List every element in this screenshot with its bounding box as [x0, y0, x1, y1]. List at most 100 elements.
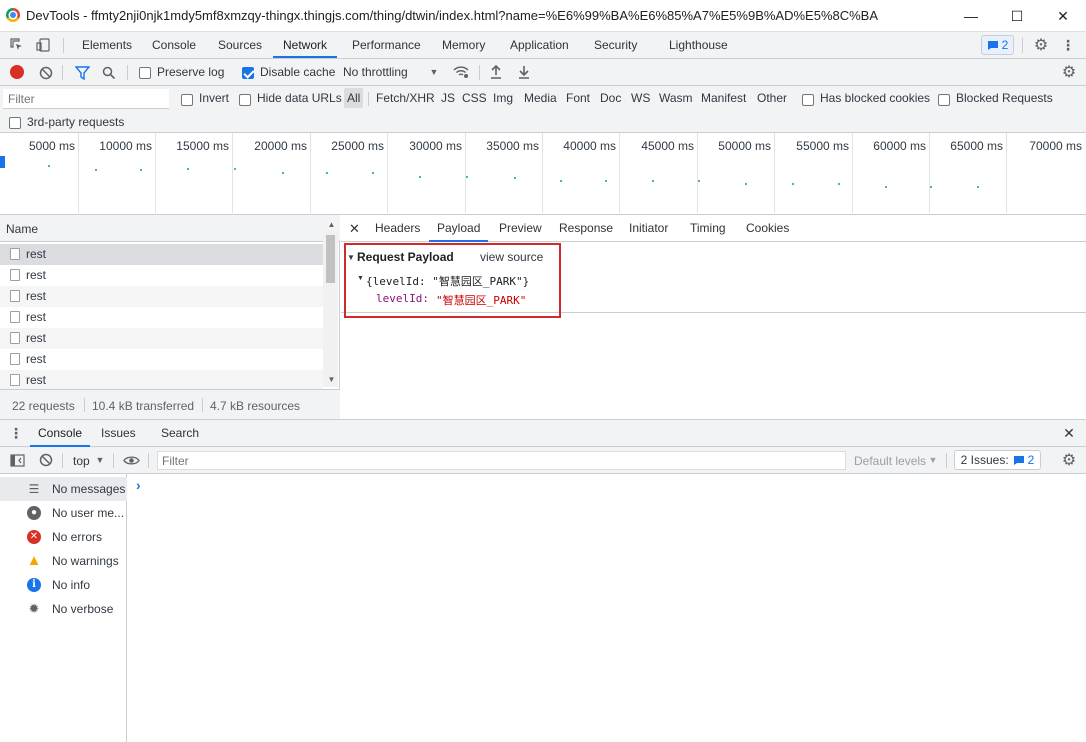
tab-memory[interactable]: Memory: [442, 32, 485, 58]
close-drawer-icon[interactable]: ✕: [1061, 425, 1077, 441]
type-filter-js[interactable]: JS: [441, 91, 455, 105]
request-row[interactable]: rest: [0, 307, 323, 328]
tab-lighthouse[interactable]: Lighthouse: [669, 32, 728, 58]
tab-console[interactable]: Console: [152, 32, 196, 58]
name-column-header[interactable]: Name: [0, 215, 323, 242]
tab-performance[interactable]: Performance: [352, 32, 421, 58]
hide-data-urls-checkbox[interactable]: [239, 92, 251, 106]
search-icon[interactable]: [101, 65, 117, 81]
console-issues-button[interactable]: 2 Issues: 2: [954, 450, 1041, 470]
chevron-down-icon[interactable]: ▼: [928, 454, 938, 466]
drawer-tab-search[interactable]: Search: [161, 420, 199, 447]
tab-application[interactable]: Application: [510, 32, 569, 58]
live-expression-eye-icon[interactable]: [122, 452, 140, 468]
third-party-checkbox[interactable]: [9, 115, 21, 129]
tab-sources[interactable]: Sources: [218, 32, 262, 58]
show-sidebar-icon[interactable]: [9, 452, 25, 468]
chevron-down-icon[interactable]: ▼: [95, 454, 105, 466]
export-har-download-icon[interactable]: [517, 64, 531, 80]
invert-checkbox[interactable]: [181, 92, 193, 106]
type-filter-other[interactable]: Other: [757, 91, 787, 105]
chevron-down-icon[interactable]: ▼: [428, 64, 440, 80]
request-row[interactable]: rest: [0, 265, 323, 286]
maximize-button[interactable]: ☐: [994, 0, 1040, 32]
close-detail-icon[interactable]: ✕: [349, 215, 360, 242]
drawer-tab-console[interactable]: Console: [30, 420, 91, 447]
console-filter-input[interactable]: [157, 451, 846, 470]
clear-console-icon[interactable]: [38, 452, 54, 468]
network-settings-gear-icon[interactable]: ⚙: [1060, 63, 1078, 81]
sidebar-item-label: No errors: [52, 530, 103, 544]
type-filter-doc[interactable]: Doc: [600, 91, 621, 105]
tab-preview[interactable]: Preview: [499, 215, 542, 242]
sidebar-item-user-messages[interactable]: ● No user me...: [0, 501, 127, 525]
payload-object-summary[interactable]: {levelId: "智慧园区_PARK"}: [366, 273, 529, 289]
request-row[interactable]: rest: [0, 286, 323, 307]
network-overview-timeline[interactable]: 5000 ms 10000 ms 15000 ms 20000 ms 25000…: [0, 133, 1086, 215]
console-prompt-icon[interactable]: ›: [136, 477, 141, 493]
request-row[interactable]: rest: [0, 349, 323, 370]
issues-counter-button[interactable]: 2: [981, 35, 1014, 55]
expand-triangle-icon[interactable]: ▼: [357, 275, 364, 282]
blocked-requests-checkbox[interactable]: [938, 92, 950, 106]
request-row[interactable]: rest: [0, 328, 323, 349]
tab-response[interactable]: Response: [559, 215, 613, 242]
tab-initiator[interactable]: Initiator: [629, 215, 668, 242]
sidebar-item-messages[interactable]: ☰ No messages: [0, 477, 127, 501]
type-filter-css[interactable]: CSS: [462, 91, 487, 105]
requests-scrollbar[interactable]: [323, 231, 338, 387]
type-filter-all[interactable]: All: [344, 88, 364, 108]
preserve-log-checkbox[interactable]: [139, 65, 151, 79]
type-filter-media[interactable]: Media: [524, 91, 557, 105]
request-dot: [838, 183, 840, 185]
type-filter-fetch-xhr[interactable]: Fetch/XHR: [376, 91, 435, 105]
close-window-button[interactable]: ✕: [1040, 0, 1086, 32]
context-selector[interactable]: top: [73, 454, 90, 468]
tab-headers[interactable]: Headers: [375, 215, 420, 242]
network-conditions-wifi-icon[interactable]: [452, 64, 470, 80]
sidebar-item-warnings[interactable]: ▲ No warnings: [0, 549, 127, 573]
request-filter-input[interactable]: [3, 89, 169, 109]
tab-security[interactable]: Security: [594, 32, 637, 58]
scrollbar-thumb[interactable]: [326, 235, 335, 283]
type-filter-img[interactable]: Img: [493, 91, 513, 105]
request-row-selected[interactable]: rest: [0, 244, 323, 265]
timeline-gridline: 65000 ms: [930, 133, 1007, 213]
filter-icon[interactable]: [74, 65, 90, 81]
sidebar-item-verbose[interactable]: ✹ No verbose: [0, 597, 127, 621]
minimize-button[interactable]: —: [948, 0, 994, 32]
scroll-down-arrow-icon[interactable]: ▼: [323, 375, 340, 387]
more-options-icon[interactable]: ⋮: [1060, 36, 1076, 54]
type-filter-wasm[interactable]: Wasm: [659, 91, 693, 105]
tab-payload[interactable]: Payload: [429, 215, 489, 242]
type-filter-ws[interactable]: WS: [631, 91, 650, 105]
view-source-link[interactable]: view source: [480, 250, 543, 264]
error-icon: ✕: [27, 530, 41, 544]
has-blocked-cookies-checkbox[interactable]: [802, 92, 814, 106]
tab-timing[interactable]: Timing: [690, 215, 726, 242]
sidebar-item-info[interactable]: i No info: [0, 573, 127, 597]
tab-network[interactable]: Network: [273, 32, 338, 58]
console-settings-gear-icon[interactable]: ⚙: [1060, 451, 1078, 469]
disable-cache-checkbox[interactable]: [242, 65, 254, 79]
device-toolbar-icon[interactable]: [35, 37, 51, 53]
clear-icon[interactable]: [38, 65, 53, 80]
request-payload-title[interactable]: Request Payload: [357, 250, 454, 264]
log-levels-dropdown[interactable]: Default levels: [854, 454, 926, 468]
type-filter-manifest[interactable]: Manifest: [701, 91, 746, 105]
issues-label: 2 Issues:: [960, 453, 1009, 467]
type-filter-font[interactable]: Font: [566, 91, 590, 105]
sidebar-item-errors[interactable]: ✕ No errors: [0, 525, 127, 549]
request-row[interactable]: rest: [0, 370, 323, 389]
requests-table: Name ▲ rest rest rest rest rest rest res…: [0, 215, 340, 419]
drawer-tab-issues[interactable]: Issues: [101, 420, 136, 447]
record-button[interactable]: [10, 65, 24, 79]
tab-cookies[interactable]: Cookies: [746, 215, 789, 242]
import-har-upload-icon[interactable]: [489, 64, 503, 80]
settings-gear-icon[interactable]: ⚙: [1032, 36, 1050, 54]
expand-triangle-icon[interactable]: ▼: [347, 253, 355, 262]
tab-elements[interactable]: Elements: [82, 32, 132, 58]
inspect-element-icon[interactable]: [9, 37, 25, 53]
drawer-menu-icon[interactable]: ⋮: [9, 425, 23, 441]
throttling-select[interactable]: No throttling: [343, 65, 408, 79]
